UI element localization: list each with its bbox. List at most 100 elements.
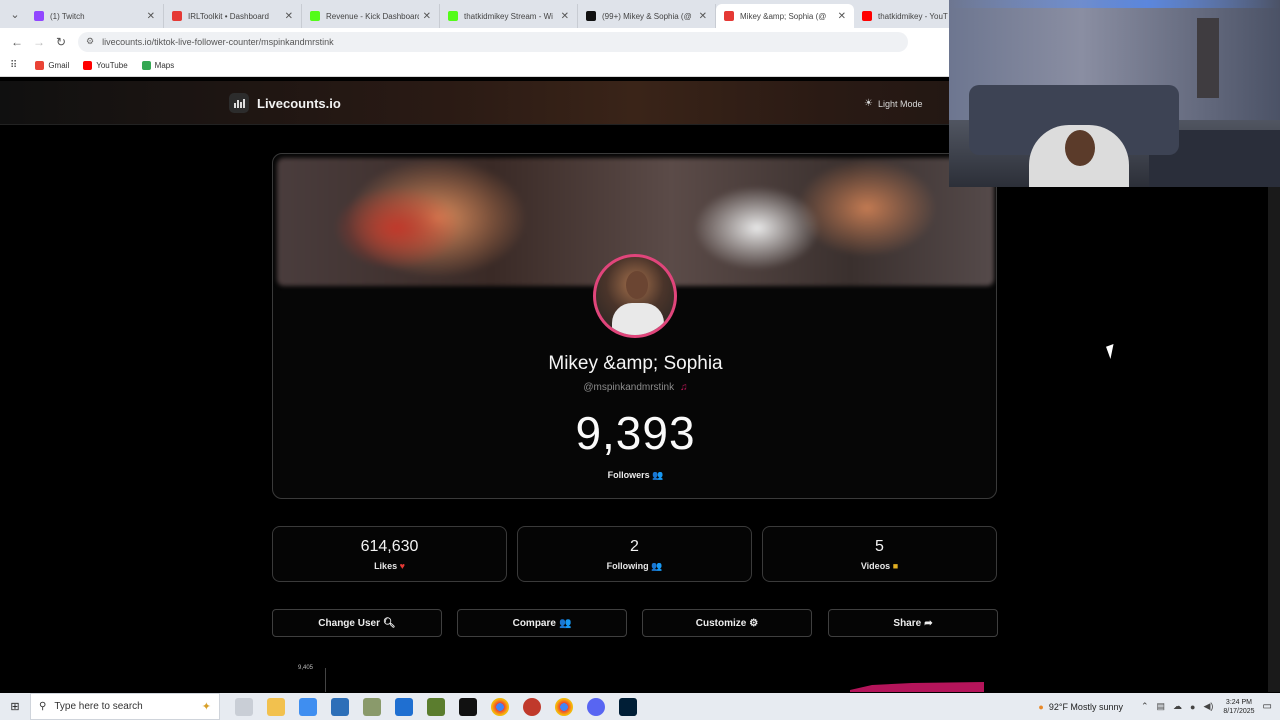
tab-favicon <box>310 11 320 21</box>
bookmark-gmail[interactable]: Gmail <box>35 61 69 70</box>
taskbar-search[interactable]: ⚲ Type here to search ✦ <box>30 693 220 720</box>
chrome-icon[interactable] <box>491 697 509 716</box>
file-explorer-icon[interactable] <box>267 697 285 716</box>
tab-title: Mikey &amp; Sophia (@ <box>740 11 827 21</box>
light-mode-toggle[interactable]: ☀ Light Mode <box>864 98 923 109</box>
close-icon[interactable]: ✕ <box>147 11 155 22</box>
close-icon[interactable]: ✕ <box>699 11 707 22</box>
tab-title: (1) Twitch <box>50 11 85 21</box>
windows-start-icon[interactable]: ⊞ <box>0 693 30 720</box>
bookmark-label: YouTube <box>96 61 128 70</box>
notification-icon[interactable]: ▭ <box>1263 701 1272 712</box>
tiktok-icon: ♫ <box>680 382 688 393</box>
taskbar-clock[interactable]: 3:24 PM 8/17/2025 <box>1223 698 1254 716</box>
bookmark-maps[interactable]: Maps <box>141 61 175 70</box>
light-mode-label: Light Mode <box>877 98 923 109</box>
browser-tab[interactable]: (1) Twitch ✕ <box>26 4 164 28</box>
users-icon: 👥 <box>558 617 572 629</box>
customize-label: Customize <box>695 617 747 629</box>
forward-icon[interactable]: → <box>28 35 50 49</box>
chrome-icon[interactable] <box>555 697 573 716</box>
tab-favicon <box>172 11 182 21</box>
gmail-icon <box>35 61 45 70</box>
tab-favicon <box>724 11 734 21</box>
following-value: 2 <box>630 538 639 555</box>
volume-icon[interactable]: ◀) <box>1203 701 1213 712</box>
bookmark-label: Maps <box>154 61 175 70</box>
copilot-icon[interactable] <box>299 697 317 716</box>
webcam-doorway <box>1197 18 1219 98</box>
profile-card: Mikey &amp; Sophia @mspinkandmrstink ♫ 9,… <box>272 153 997 499</box>
tab-title: thatkidmikey Stream - Wi <box>464 11 553 21</box>
weather-icon: ● <box>1038 701 1044 712</box>
tab-search-icon[interactable]: ⌄ <box>4 3 26 25</box>
address-bar[interactable]: ⚙ livecounts.io/tiktok-live-follower-cou… <box>78 31 908 52</box>
chevron-up-icon[interactable]: ⌃ <box>1141 701 1149 712</box>
webcam-overlay <box>949 0 1280 187</box>
webcam-led-light <box>949 0 1280 8</box>
customize-button[interactable]: Customize ⚙ <box>642 609 812 637</box>
share-button[interactable]: Share ➦ <box>828 609 998 637</box>
app-icon[interactable] <box>363 697 381 716</box>
followers-label: Followers 👥 <box>273 470 996 481</box>
compare-button[interactable]: Compare 👥 <box>457 609 627 637</box>
site-info-icon[interactable]: ⚙ <box>86 36 94 47</box>
browser-tab-active[interactable]: Mikey &amp; Sophia (@ ✕ <box>716 4 854 28</box>
share-icon: ➦ <box>924 617 933 629</box>
browser-tab[interactable]: IRLToolkit • Dashboard ✕ <box>164 4 302 28</box>
clock-date: 8/17/2025 <box>1223 707 1255 715</box>
bar-chart-icon <box>229 93 249 113</box>
clock-time: 3:24 PM <box>1225 698 1252 706</box>
display-name: Mikey &amp; Sophia <box>548 353 723 374</box>
change-user-label: Change User <box>318 617 380 629</box>
search-icon: ⚲ <box>39 701 47 712</box>
microphone-icon[interactable]: ● <box>1190 702 1195 712</box>
videos-label-text: Videos <box>860 561 891 571</box>
close-icon[interactable]: ✕ <box>561 11 569 22</box>
following-label: Following 👥 <box>518 561 751 572</box>
heart-icon: ♥ <box>399 561 405 571</box>
gear-icon: ⚙ <box>749 617 759 629</box>
network-icon[interactable]: ▤ <box>1157 701 1166 712</box>
close-icon[interactable]: ✕ <box>423 11 431 22</box>
chart-series-area <box>850 682 984 692</box>
browser-tab[interactable]: Revenue - Kick Dashboard ✕ <box>302 4 440 28</box>
close-icon[interactable]: ✕ <box>838 11 846 22</box>
search-icon: 🔍︎ <box>382 617 396 629</box>
webcam-face <box>1065 130 1095 166</box>
app-icon[interactable] <box>427 697 445 716</box>
browser-tab[interactable]: (99+) Mikey & Sophia (@ ✕ <box>578 4 716 28</box>
change-user-button[interactable]: Change User 🔍︎ <box>272 609 442 637</box>
site-logo[interactable]: Livecounts.io <box>229 93 341 113</box>
tab-favicon <box>586 11 596 21</box>
maps-icon <box>141 61 151 70</box>
cloud-icon[interactable]: ☁ <box>1173 701 1182 712</box>
tab-title: IRLToolkit • Dashboard <box>188 11 269 21</box>
app-icon[interactable] <box>395 697 413 716</box>
stat-card-likes: 614,630 Likes ♥ <box>272 526 507 582</box>
weather-widget[interactable]: ● 92°F Mostly sunny <box>1038 702 1123 712</box>
users-icon: 👥 <box>652 470 664 480</box>
browser-tab[interactable]: thatkidmikey Stream - Wi ✕ <box>440 4 578 28</box>
back-icon[interactable]: ← <box>6 35 28 49</box>
task-view-icon[interactable] <box>235 697 253 716</box>
app-icon[interactable] <box>331 697 349 716</box>
photoshop-icon[interactable] <box>619 697 637 716</box>
close-icon[interactable]: ✕ <box>285 11 293 22</box>
windows-taskbar: ⊞ ⚲ Type here to search ✦ ● 92°F Mostly s… <box>0 693 1280 720</box>
app-icon[interactable] <box>459 697 477 716</box>
avatar-head <box>626 271 648 299</box>
likes-label: Likes ♥ <box>273 561 506 571</box>
likes-label-text: Likes <box>374 561 398 571</box>
bookmark-youtube[interactable]: YouTube <box>83 61 128 70</box>
video-icon: ■ <box>892 561 899 571</box>
url-text: livecounts.io/tiktok-live-follower-count… <box>102 36 334 47</box>
reload-icon[interactable]: ↻ <box>50 35 72 49</box>
apps-icon[interactable]: ⠿ <box>10 60 17 71</box>
system-tray: ● 92°F Mostly sunny ⌃ ▤ ☁ ● ◀) 3:24 PM 8/… <box>1038 693 1280 720</box>
followers-count: 9,393 <box>575 407 696 459</box>
share-label: Share <box>893 617 922 629</box>
app-icon[interactable] <box>523 697 541 716</box>
app-icon[interactable] <box>587 697 605 716</box>
brand-name: Livecounts.io <box>257 95 341 111</box>
